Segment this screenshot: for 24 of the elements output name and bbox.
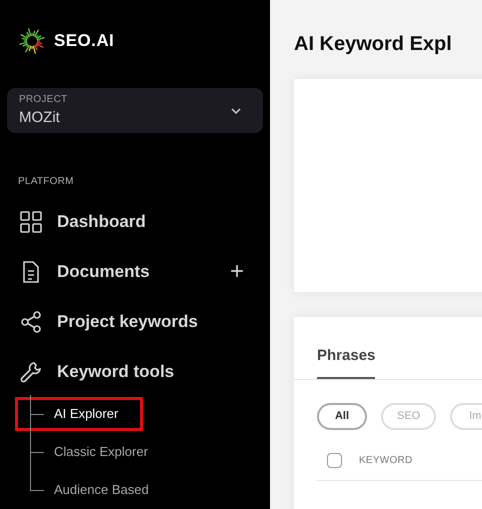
share-icon xyxy=(20,311,42,333)
sub-nav-item[interactable]: Audience Based xyxy=(54,480,149,500)
grid-icon xyxy=(20,211,42,233)
wrench-icon xyxy=(20,361,42,383)
filter-chip[interactable]: All xyxy=(317,402,367,430)
column-header: KEYWORD xyxy=(359,454,412,468)
logo-text: SEO.AI xyxy=(54,30,114,52)
nav-item[interactable]: Keyword tools xyxy=(57,359,244,385)
project-selector[interactable]: PROJECT MOZit xyxy=(7,88,263,133)
tab[interactable]: Phrases xyxy=(317,345,376,378)
document-icon xyxy=(20,261,42,283)
sub-nav-item[interactable]: AI Explorer xyxy=(54,404,118,424)
logo-icon xyxy=(18,27,46,55)
project-label: PROJECT xyxy=(19,92,68,107)
section-label: PLATFORM xyxy=(18,175,75,189)
sub-nav-item[interactable]: Classic Explorer xyxy=(54,442,148,462)
checkbox[interactable] xyxy=(327,452,342,468)
project-name: MOZit xyxy=(19,108,61,128)
nav-item[interactable]: Documents xyxy=(57,259,230,285)
page-title: AI Keyword Expl xyxy=(294,32,453,57)
nav-item[interactable]: Project keywords xyxy=(57,309,244,335)
nav-item[interactable]: Dashboard xyxy=(57,209,244,235)
chevron-down-icon xyxy=(231,108,241,114)
add-button[interactable]: + xyxy=(230,260,244,284)
